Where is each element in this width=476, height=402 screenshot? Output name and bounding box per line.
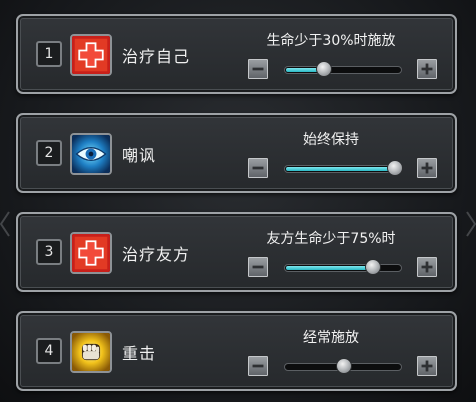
decrease-button[interactable] xyxy=(247,157,269,179)
skill-name: 治疗友方 xyxy=(122,245,191,264)
row-index: 1 xyxy=(36,41,62,67)
header-title: ······ xyxy=(160,0,380,8)
right-arrow-icon[interactable] xyxy=(466,210,476,238)
left-arrow-icon[interactable] xyxy=(0,210,10,238)
plus-button-icon xyxy=(421,261,433,273)
cast-condition: 始终保持 xyxy=(303,132,359,148)
skill-name: 治疗自己 xyxy=(122,47,191,66)
red-cross-heal-icon xyxy=(72,36,110,74)
increase-button[interactable] xyxy=(416,355,438,377)
condition-slider[interactable] xyxy=(284,259,402,275)
cast-condition: 经常施放 xyxy=(303,330,359,346)
slider-fill xyxy=(286,167,396,171)
minus-button-icon xyxy=(252,364,264,368)
skill-name: 重击 xyxy=(122,344,157,363)
cast-condition: 友方生命少于75%时 xyxy=(266,231,396,247)
cast-condition: 生命少于30%时施放 xyxy=(266,33,396,49)
increase-button[interactable] xyxy=(416,256,438,278)
minus-button-icon xyxy=(252,265,264,269)
plus-button-icon xyxy=(421,360,433,372)
tactic-row-3: 3 治疗友方 友方生命少于75%时 xyxy=(16,212,457,292)
taunt-skill-icon[interactable] xyxy=(70,133,112,175)
heal-ally-skill-icon[interactable] xyxy=(70,232,112,274)
blue-eye-taunt-icon xyxy=(72,135,110,173)
condition-slider[interactable] xyxy=(284,358,402,374)
heal-self-skill-icon[interactable] xyxy=(70,34,112,76)
red-cross-heal-icon xyxy=(72,234,110,272)
tactic-row-4: 4 重击 经常施放 xyxy=(16,311,457,391)
row-index: 3 xyxy=(36,239,62,265)
minus-button-icon xyxy=(252,67,264,71)
condition-slider[interactable] xyxy=(284,61,402,77)
slider-fill xyxy=(286,266,374,270)
slider-knob[interactable] xyxy=(365,259,381,275)
tactic-row-2: 2 嘲讽 始终保持 xyxy=(16,113,457,193)
skill-name: 嘲讽 xyxy=(122,146,157,165)
decrease-button[interactable] xyxy=(247,256,269,278)
slider-knob[interactable] xyxy=(336,358,352,374)
increase-button[interactable] xyxy=(416,157,438,179)
decrease-button[interactable] xyxy=(247,355,269,377)
decrease-button[interactable] xyxy=(247,58,269,80)
row-index: 2 xyxy=(36,140,62,166)
plus-button-icon xyxy=(421,63,433,75)
golden-fist-strike-icon xyxy=(72,333,110,371)
slider-knob[interactable] xyxy=(387,160,403,176)
slider-knob[interactable] xyxy=(316,61,332,77)
plus-button-icon xyxy=(421,162,433,174)
tactic-row-1: 1 治疗自己 生命少于30%时施放 xyxy=(16,14,457,94)
increase-button[interactable] xyxy=(416,58,438,80)
row-index: 4 xyxy=(36,338,62,364)
condition-slider[interactable] xyxy=(284,160,403,176)
heavy-strike-skill-icon[interactable] xyxy=(70,331,112,373)
minus-button-icon xyxy=(252,166,264,170)
